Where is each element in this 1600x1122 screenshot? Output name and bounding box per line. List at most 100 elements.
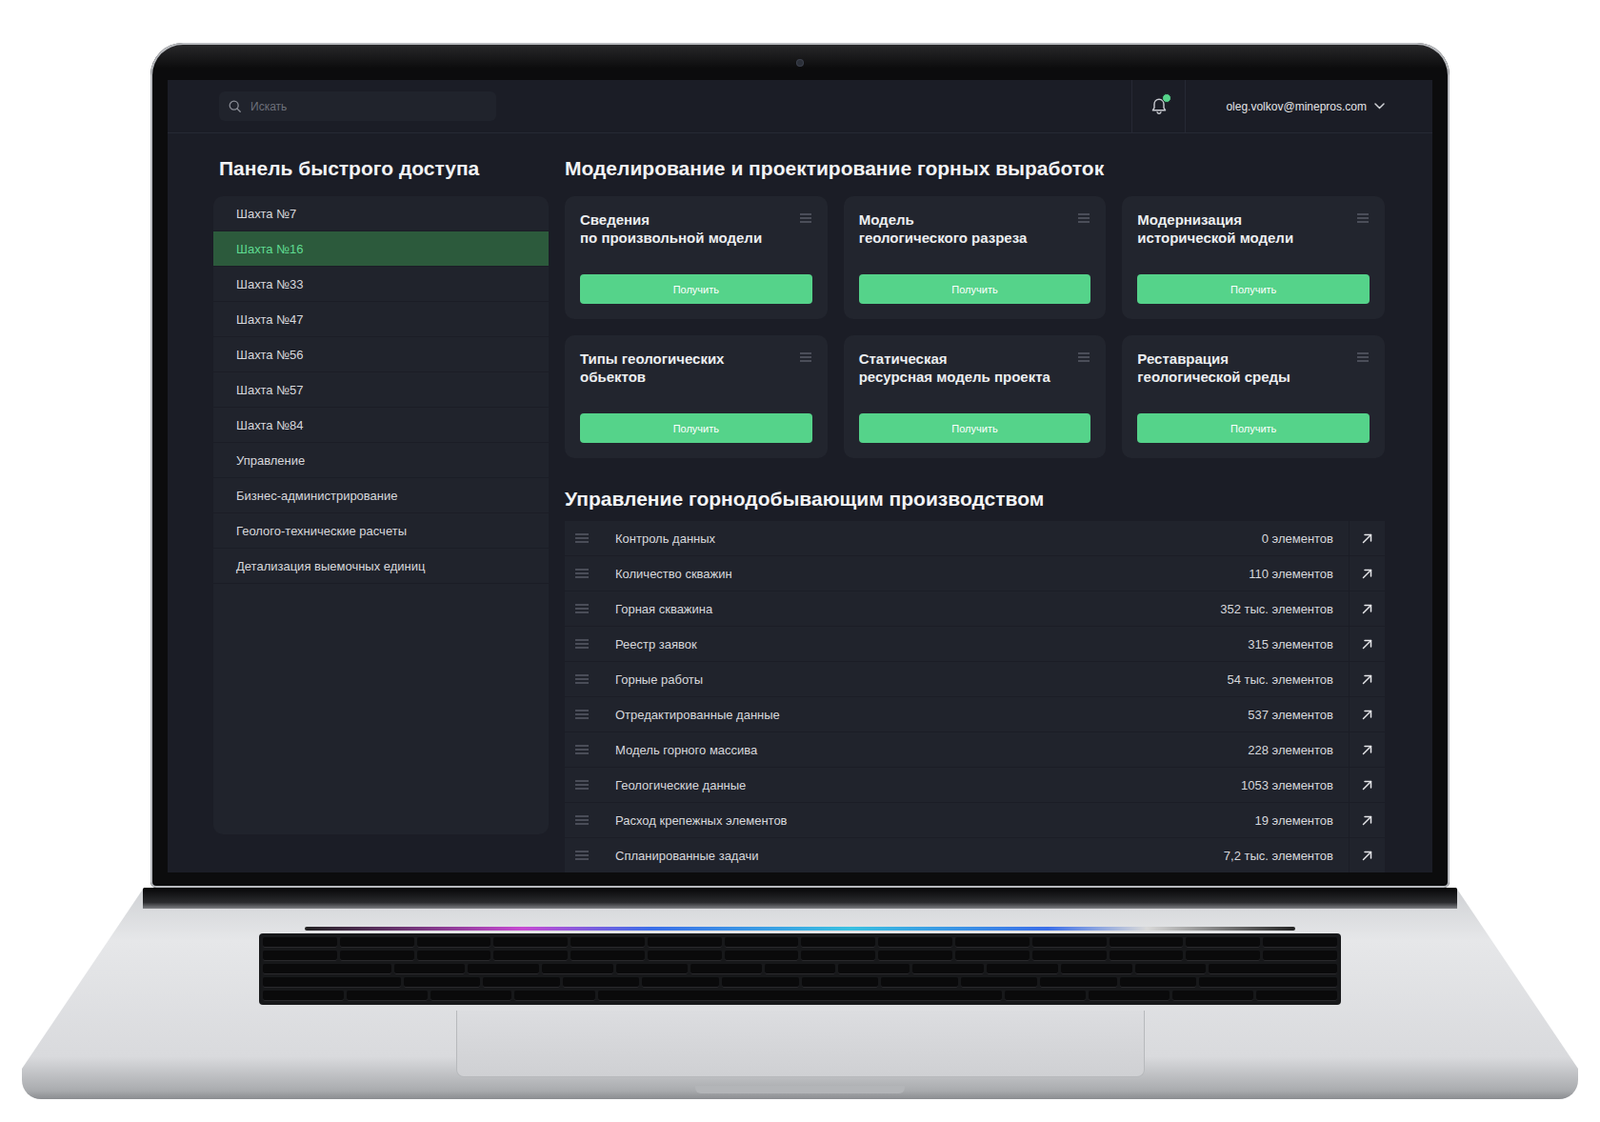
- key[interactable]: [986, 963, 1059, 975]
- sidebar-item[interactable]: Управление: [213, 442, 549, 479]
- search-input[interactable]: [248, 99, 487, 115]
- sidebar-item-label[interactable]: Шахта №56: [236, 347, 304, 362]
- open-button[interactable]: [1348, 626, 1385, 661]
- key[interactable]: [838, 963, 910, 975]
- sidebar-item[interactable]: Геолого-технические расчеты: [213, 513, 549, 549]
- sidebar-item[interactable]: Шахта №33: [213, 266, 549, 302]
- key[interactable]: [690, 963, 762, 975]
- sidebar-item[interactable]: Бизнес-администрирование: [213, 478, 549, 514]
- list-row[interactable]: Количество скважин110 элементов: [564, 556, 1385, 592]
- sidebar-item[interactable]: Шахта №84: [213, 407, 549, 443]
- key[interactable]: [417, 950, 492, 961]
- key[interactable]: [570, 937, 645, 948]
- key[interactable]: [960, 977, 1039, 988]
- key[interactable]: [880, 977, 959, 988]
- drag-handle[interactable]: [564, 603, 616, 614]
- key[interactable]: [262, 950, 338, 961]
- key[interactable]: [1109, 950, 1184, 961]
- list-row[interactable]: Горная скважина352 тыс. элементов: [564, 591, 1385, 627]
- get-button[interactable]: Получить: [859, 413, 1092, 443]
- card-menu-button[interactable]: [799, 349, 813, 367]
- key[interactable]: [800, 950, 876, 961]
- trackpad[interactable]: [456, 1010, 1145, 1078]
- sidebar-item-label[interactable]: Детализация выемочных единиц: [236, 559, 426, 574]
- drag-handle[interactable]: [564, 533, 616, 543]
- key[interactable]: [340, 950, 415, 961]
- get-button[interactable]: Получить: [580, 413, 813, 443]
- list-row[interactable]: Модель горного массива228 элементов: [564, 732, 1385, 768]
- open-button[interactable]: [1348, 556, 1385, 591]
- key[interactable]: [1032, 950, 1107, 961]
- sidebar-item[interactable]: Шахта №57: [213, 372, 549, 408]
- key[interactable]: [562, 977, 640, 988]
- notifications-button[interactable]: [1131, 80, 1186, 134]
- sidebar-item[interactable]: Шахта №56: [213, 337, 549, 373]
- key[interactable]: [467, 963, 540, 975]
- key[interactable]: [1088, 990, 1170, 1001]
- key[interactable]: [764, 963, 837, 975]
- key[interactable]: [647, 937, 722, 948]
- key[interactable]: [598, 990, 1003, 1001]
- key[interactable]: [1199, 977, 1338, 988]
- card-menu-button[interactable]: [1077, 349, 1091, 367]
- sidebar-item-label[interactable]: Шахта №16: [236, 241, 304, 257]
- key[interactable]: [570, 950, 645, 961]
- open-button[interactable]: [1348, 520, 1385, 556]
- list-row[interactable]: Горные работы54 тыс. элементов: [564, 661, 1385, 698]
- key[interactable]: [1040, 977, 1118, 988]
- drag-handle[interactable]: [564, 850, 616, 860]
- key[interactable]: [262, 990, 344, 1001]
- user-email[interactable]: oleg.volkov@minepros.com: [1225, 100, 1367, 114]
- get-button[interactable]: Получить: [580, 274, 813, 304]
- drag-handle[interactable]: [564, 674, 616, 684]
- sidebar-item[interactable]: Шахта №16: [213, 231, 549, 267]
- sidebar-item[interactable]: Шахта №7: [213, 196, 549, 232]
- key[interactable]: [1120, 977, 1198, 988]
- key[interactable]: [493, 937, 568, 948]
- key[interactable]: [955, 937, 1030, 948]
- key[interactable]: [724, 950, 800, 961]
- key[interactable]: [801, 977, 880, 988]
- drag-handle[interactable]: [564, 639, 616, 649]
- drag-handle[interactable]: [564, 709, 616, 720]
- open-button[interactable]: [1348, 802, 1385, 838]
- key[interactable]: [878, 950, 953, 961]
- sidebar-item[interactable]: Шахта №47: [213, 301, 549, 338]
- open-button[interactable]: [1348, 661, 1385, 697]
- card-menu-button[interactable]: [799, 210, 813, 228]
- key[interactable]: [800, 937, 876, 948]
- sidebar-item-label[interactable]: Шахта №84: [236, 418, 304, 433]
- sidebar-item-label[interactable]: Бизнес-администрирование: [236, 488, 399, 503]
- key[interactable]: [493, 950, 568, 961]
- list-row[interactable]: Геологические данные1053 элементов: [564, 767, 1385, 803]
- open-button[interactable]: [1348, 838, 1385, 873]
- card-menu-button[interactable]: [1356, 210, 1370, 228]
- drag-handle[interactable]: [564, 815, 616, 825]
- key[interactable]: [417, 937, 492, 948]
- key[interactable]: [1262, 937, 1338, 948]
- key[interactable]: [394, 963, 466, 975]
- open-button[interactable]: [1348, 591, 1385, 626]
- drag-handle[interactable]: [564, 744, 616, 755]
- key[interactable]: [340, 937, 415, 948]
- key[interactable]: [1208, 963, 1338, 975]
- key[interactable]: [262, 977, 401, 988]
- key[interactable]: [1004, 990, 1086, 1001]
- key[interactable]: [1262, 950, 1338, 961]
- sidebar-item-label[interactable]: Шахта №33: [236, 277, 304, 292]
- list-row[interactable]: Отредактированные данные537 элементов: [564, 697, 1385, 733]
- sidebar-item-label[interactable]: Шахта №57: [236, 382, 304, 398]
- search-field[interactable]: [219, 91, 497, 121]
- open-button[interactable]: [1348, 767, 1385, 802]
- drag-handle[interactable]: [564, 780, 616, 790]
- key[interactable]: [1185, 937, 1260, 948]
- key[interactable]: [1135, 963, 1207, 975]
- sidebar-item[interactable]: Детализация выемочных единиц: [213, 548, 549, 584]
- key[interactable]: [1109, 937, 1184, 948]
- card-menu-button[interactable]: [1077, 210, 1091, 228]
- key[interactable]: [262, 963, 392, 975]
- user-menu[interactable]: oleg.volkov@minepros.com: [1185, 100, 1385, 114]
- open-button[interactable]: [1348, 732, 1385, 767]
- key[interactable]: [1172, 990, 1254, 1001]
- key[interactable]: [724, 937, 800, 948]
